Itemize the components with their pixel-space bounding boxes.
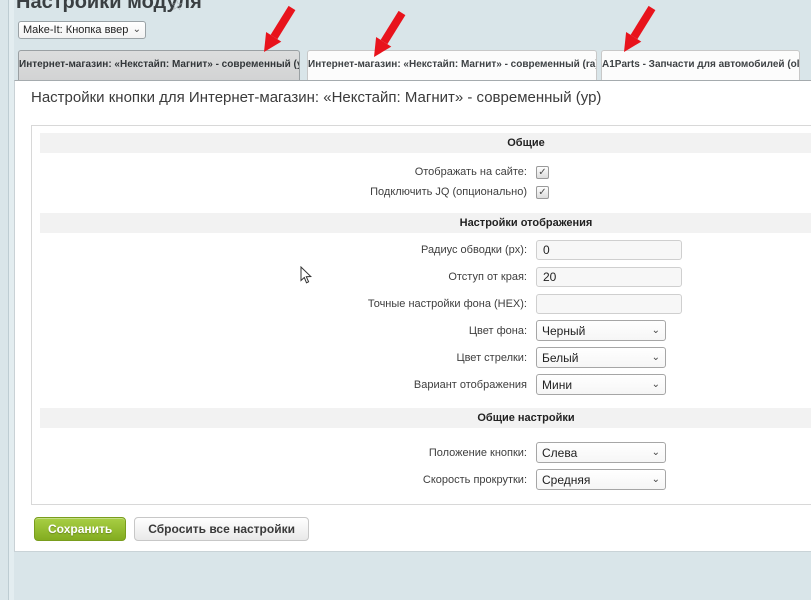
scroll-speed-select[interactable]: Средняя ⌄ xyxy=(536,469,666,490)
tab-site-2[interactable]: Интернет-магазин: «Некстайп: Магнит» - с… xyxy=(307,50,597,80)
chevron-down-icon: ⌄ xyxy=(652,475,660,485)
field-row-bg-hex: Точные настройки фона (HEX): xyxy=(40,294,811,314)
button-bar: Сохранить Сбросить все настройки xyxy=(34,517,309,541)
module-select[interactable]: Make-It: Кнопка ввер ⌄ xyxy=(18,21,146,39)
red-arrow-annotation-2 xyxy=(362,7,408,61)
section-header-display: Настройки отображения xyxy=(40,213,811,233)
field-label: Подключить JQ (опционально) xyxy=(40,186,536,198)
field-row-display-variant: Вариант отображения Мини ⌄ xyxy=(40,374,811,395)
section-header-general: Общие xyxy=(40,133,811,153)
field-label: Отображать на сайте: xyxy=(40,166,536,178)
save-button[interactable]: Сохранить xyxy=(34,517,126,541)
module-select-value: Make-It: Кнопка ввер xyxy=(23,24,130,36)
field-row-include-jq: Подключить JQ (опционально) ✓ xyxy=(40,184,811,200)
field-row-bg-color: Цвет фона: Черный ⌄ xyxy=(40,320,811,341)
field-row-scroll-speed: Скорость прокрутки: Средняя ⌄ xyxy=(40,469,811,490)
favorite-star-icon[interactable]: ☆ xyxy=(170,0,183,14)
button-position-select[interactable]: Слева ⌄ xyxy=(536,442,666,463)
field-label: Вариант отображения xyxy=(40,379,536,391)
show-on-site-checkbox[interactable]: ✓ xyxy=(536,166,549,179)
include-jq-checkbox[interactable]: ✓ xyxy=(536,186,549,199)
field-row-show-on-site: Отображать на сайте: ✓ xyxy=(40,164,811,180)
red-arrow-annotation-3 xyxy=(612,2,658,56)
border-radius-input[interactable] xyxy=(536,240,682,260)
display-variant-select[interactable]: Мини ⌄ xyxy=(536,374,666,395)
chevron-down-icon: ⌄ xyxy=(652,353,660,363)
field-row-border-radius: Радиус обводки (px): xyxy=(40,240,811,260)
settings-form: Общие Отображать на сайте: ✓ Подключить … xyxy=(31,125,811,505)
field-label: Цвет стрелки: xyxy=(40,352,536,364)
bg-color-select[interactable]: Черный ⌄ xyxy=(536,320,666,341)
select-value: Слева xyxy=(542,446,649,460)
field-label: Отступ от края: xyxy=(40,271,536,283)
section-header-common: Общие настройки xyxy=(40,408,811,428)
checkmark-icon: ✓ xyxy=(538,167,546,178)
field-row-button-position: Положение кнопки: Слева ⌄ xyxy=(40,442,811,463)
select-value: Черный xyxy=(542,324,649,338)
select-value: Средняя xyxy=(542,473,649,487)
chevron-down-icon: ⌄ xyxy=(652,380,660,390)
field-label: Цвет фона: xyxy=(40,325,536,337)
chevron-down-icon: ⌄ xyxy=(652,448,660,458)
edge-offset-input[interactable] xyxy=(536,267,682,287)
field-row-edge-offset: Отступ от края: xyxy=(40,267,811,287)
reset-all-button[interactable]: Сбросить все настройки xyxy=(134,517,309,541)
select-value: Белый xyxy=(542,351,649,365)
select-value: Мини xyxy=(542,378,649,392)
chevron-down-icon: ⌄ xyxy=(133,25,141,35)
checkmark-icon: ✓ xyxy=(538,187,546,198)
mouse-cursor-icon xyxy=(300,266,312,284)
field-label: Точные настройки фона (HEX): xyxy=(40,298,536,310)
settings-heading: Настройки кнопки для Интернет-магазин: «… xyxy=(31,89,601,106)
bg-hex-input[interactable] xyxy=(536,294,682,314)
chevron-down-icon: ⌄ xyxy=(652,326,660,336)
field-row-arrow-color: Цвет стрелки: Белый ⌄ xyxy=(40,347,811,368)
red-arrow-annotation-1 xyxy=(252,2,298,56)
arrow-color-select[interactable]: Белый ⌄ xyxy=(536,347,666,368)
field-label: Положение кнопки: xyxy=(40,447,536,459)
settings-panel: Настройки кнопки для Интернет-магазин: «… xyxy=(14,80,811,552)
field-label: Скорость прокрутки: xyxy=(40,474,536,486)
field-label: Радиус обводки (px): xyxy=(40,244,536,256)
